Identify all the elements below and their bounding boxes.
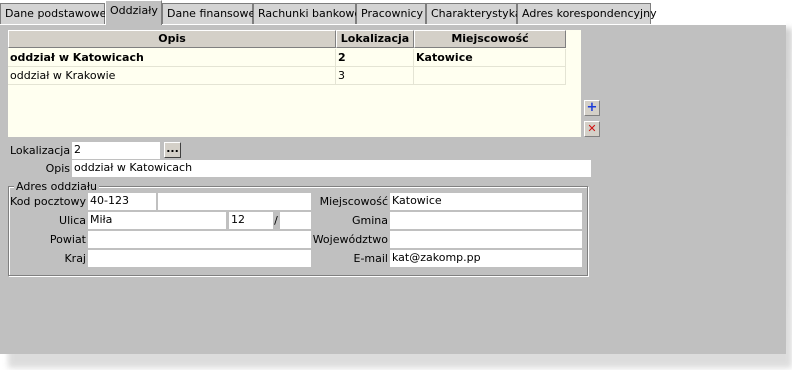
- wojewodztwo-field[interactable]: [390, 231, 582, 248]
- window: Dane podstawowe Oddziały Dane finansowe …: [0, 0, 786, 354]
- nr-lokalu-field[interactable]: [280, 212, 311, 229]
- opis-label: Opis: [45, 162, 70, 175]
- column-header-opis[interactable]: Opis: [8, 30, 336, 48]
- wojewodztwo-label: Województwo: [312, 233, 388, 246]
- miejscowosc-field[interactable]: Katowice: [390, 193, 582, 210]
- kod-pocztowy-label: Kod pocztowy: [10, 195, 86, 208]
- number-separator: /: [274, 214, 278, 227]
- nr-domu-field[interactable]: 12: [229, 212, 273, 229]
- email-label: E-mail: [353, 252, 389, 265]
- address-group-title: Adres oddziału: [14, 180, 99, 193]
- email-field[interactable]: kat@zakomp.pp: [390, 250, 582, 267]
- gmina-field[interactable]: [390, 212, 582, 229]
- tab-pracownicy[interactable]: Pracownicy: [356, 3, 426, 24]
- grid-cell-lokalizacja[interactable]: 3: [336, 67, 414, 85]
- kod-pocztowy-field[interactable]: 40-123: [88, 193, 156, 210]
- branches-grid[interactable]: Opis Lokalizacja Miejscowość oddział w K…: [8, 30, 581, 137]
- tab-dane-finansowe[interactable]: Dane finansowe: [162, 3, 255, 24]
- tab-oddzialy[interactable]: Oddziały: [105, 0, 162, 25]
- lokalizacja-field[interactable]: 2: [72, 142, 160, 159]
- grid-cell-lokalizacja[interactable]: 2: [336, 49, 414, 67]
- column-header-lokalizacja[interactable]: Lokalizacja: [336, 30, 414, 48]
- grid-cell-miejscowosc[interactable]: [414, 67, 566, 85]
- ulica-field[interactable]: Miła: [88, 212, 226, 229]
- tab-rachunki-bankowe[interactable]: Rachunki bankowe: [253, 3, 361, 24]
- add-row-button[interactable]: +: [584, 100, 600, 116]
- powiat-field[interactable]: [88, 231, 311, 248]
- kraj-field[interactable]: [88, 250, 311, 267]
- tab-strip: Dane podstawowe Oddziały Dane finansowe …: [0, 0, 786, 25]
- column-header-miejscowosc[interactable]: Miejscowość: [414, 30, 566, 48]
- delete-row-button[interactable]: ✕: [584, 121, 600, 137]
- tab-dane-podstawowe[interactable]: Dane podstawowe: [0, 3, 106, 24]
- delete-icon: ✕: [587, 122, 597, 135]
- gmina-label: Gmina: [351, 214, 388, 227]
- powiat-label: Powiat: [49, 233, 86, 246]
- tab-charakterystyka[interactable]: Charakterystyka: [426, 3, 522, 24]
- kod-pocztowy-extra-field[interactable]: [158, 193, 311, 210]
- grid-cell-opis[interactable]: oddział w Katowicach: [8, 49, 336, 67]
- tab-adres-korespondencyjny[interactable]: Adres korespondencyjny: [517, 3, 657, 24]
- grid-cell-miejscowosc[interactable]: Katowice: [414, 49, 566, 67]
- miejscowosc-label: Miejscowość: [319, 195, 388, 208]
- plus-icon: +: [586, 100, 598, 115]
- browse-button[interactable]: ...: [164, 142, 181, 158]
- kraj-label: Kraj: [64, 252, 86, 265]
- opis-field[interactable]: oddział w Katowicach: [72, 160, 591, 177]
- ulica-label: Ulica: [59, 214, 86, 227]
- grid-cell-opis[interactable]: oddział w Krakowie: [8, 67, 336, 85]
- lokalizacja-label: Lokalizacja: [10, 144, 71, 157]
